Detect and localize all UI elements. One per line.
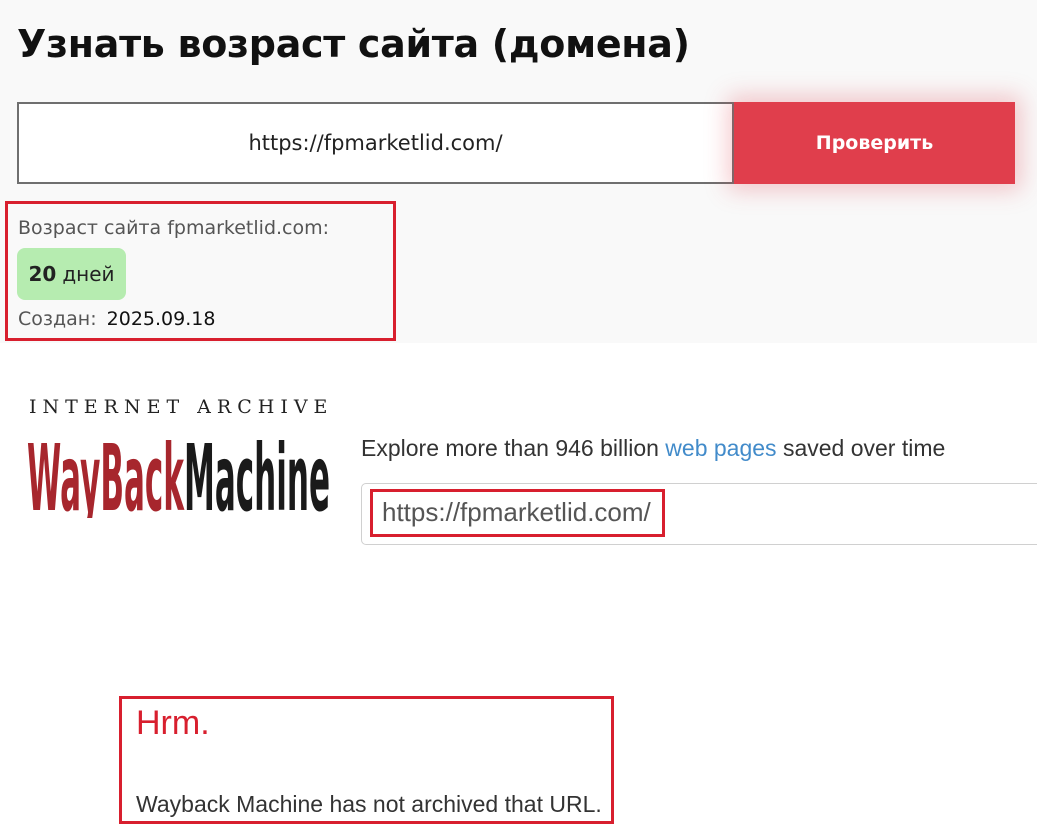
error-message: Wayback Machine has not archived that UR… (136, 791, 602, 817)
age-badge: 20 дней (17, 248, 126, 300)
wayback-machine-logo[interactable]: WayBackMachine (27, 428, 332, 518)
age-checker-section: Узнать возраст сайта (домена) Проверить … (0, 0, 1037, 343)
created-date: 2025.09.18 (106, 308, 216, 330)
explore-suffix: saved over time (782, 435, 946, 461)
age-result-label: Возраст сайта fpmarketlid.com: (18, 217, 330, 239)
wayback-url-highlight (370, 489, 665, 537)
wayback-logo-text: WayBackMachine (27, 428, 330, 518)
domain-url-input[interactable] (17, 102, 734, 184)
internet-archive-label: INTERNET ARCHIVE (29, 396, 334, 418)
web-pages-link[interactable]: web pages (665, 435, 776, 461)
explore-text: Explore more than 946 billion web pages … (361, 435, 945, 462)
explore-prefix: Explore more than 946 billion (361, 435, 659, 461)
created-line: Создан: 2025.09.18 (18, 308, 215, 330)
age-number: 20 (28, 262, 57, 286)
created-label: Создан: (18, 308, 97, 330)
age-unit: дней (62, 262, 115, 286)
error-title: Hrm. (136, 704, 210, 742)
check-button[interactable]: Проверить (734, 102, 1015, 184)
page-title: Узнать возраст сайта (домена) (17, 22, 690, 66)
